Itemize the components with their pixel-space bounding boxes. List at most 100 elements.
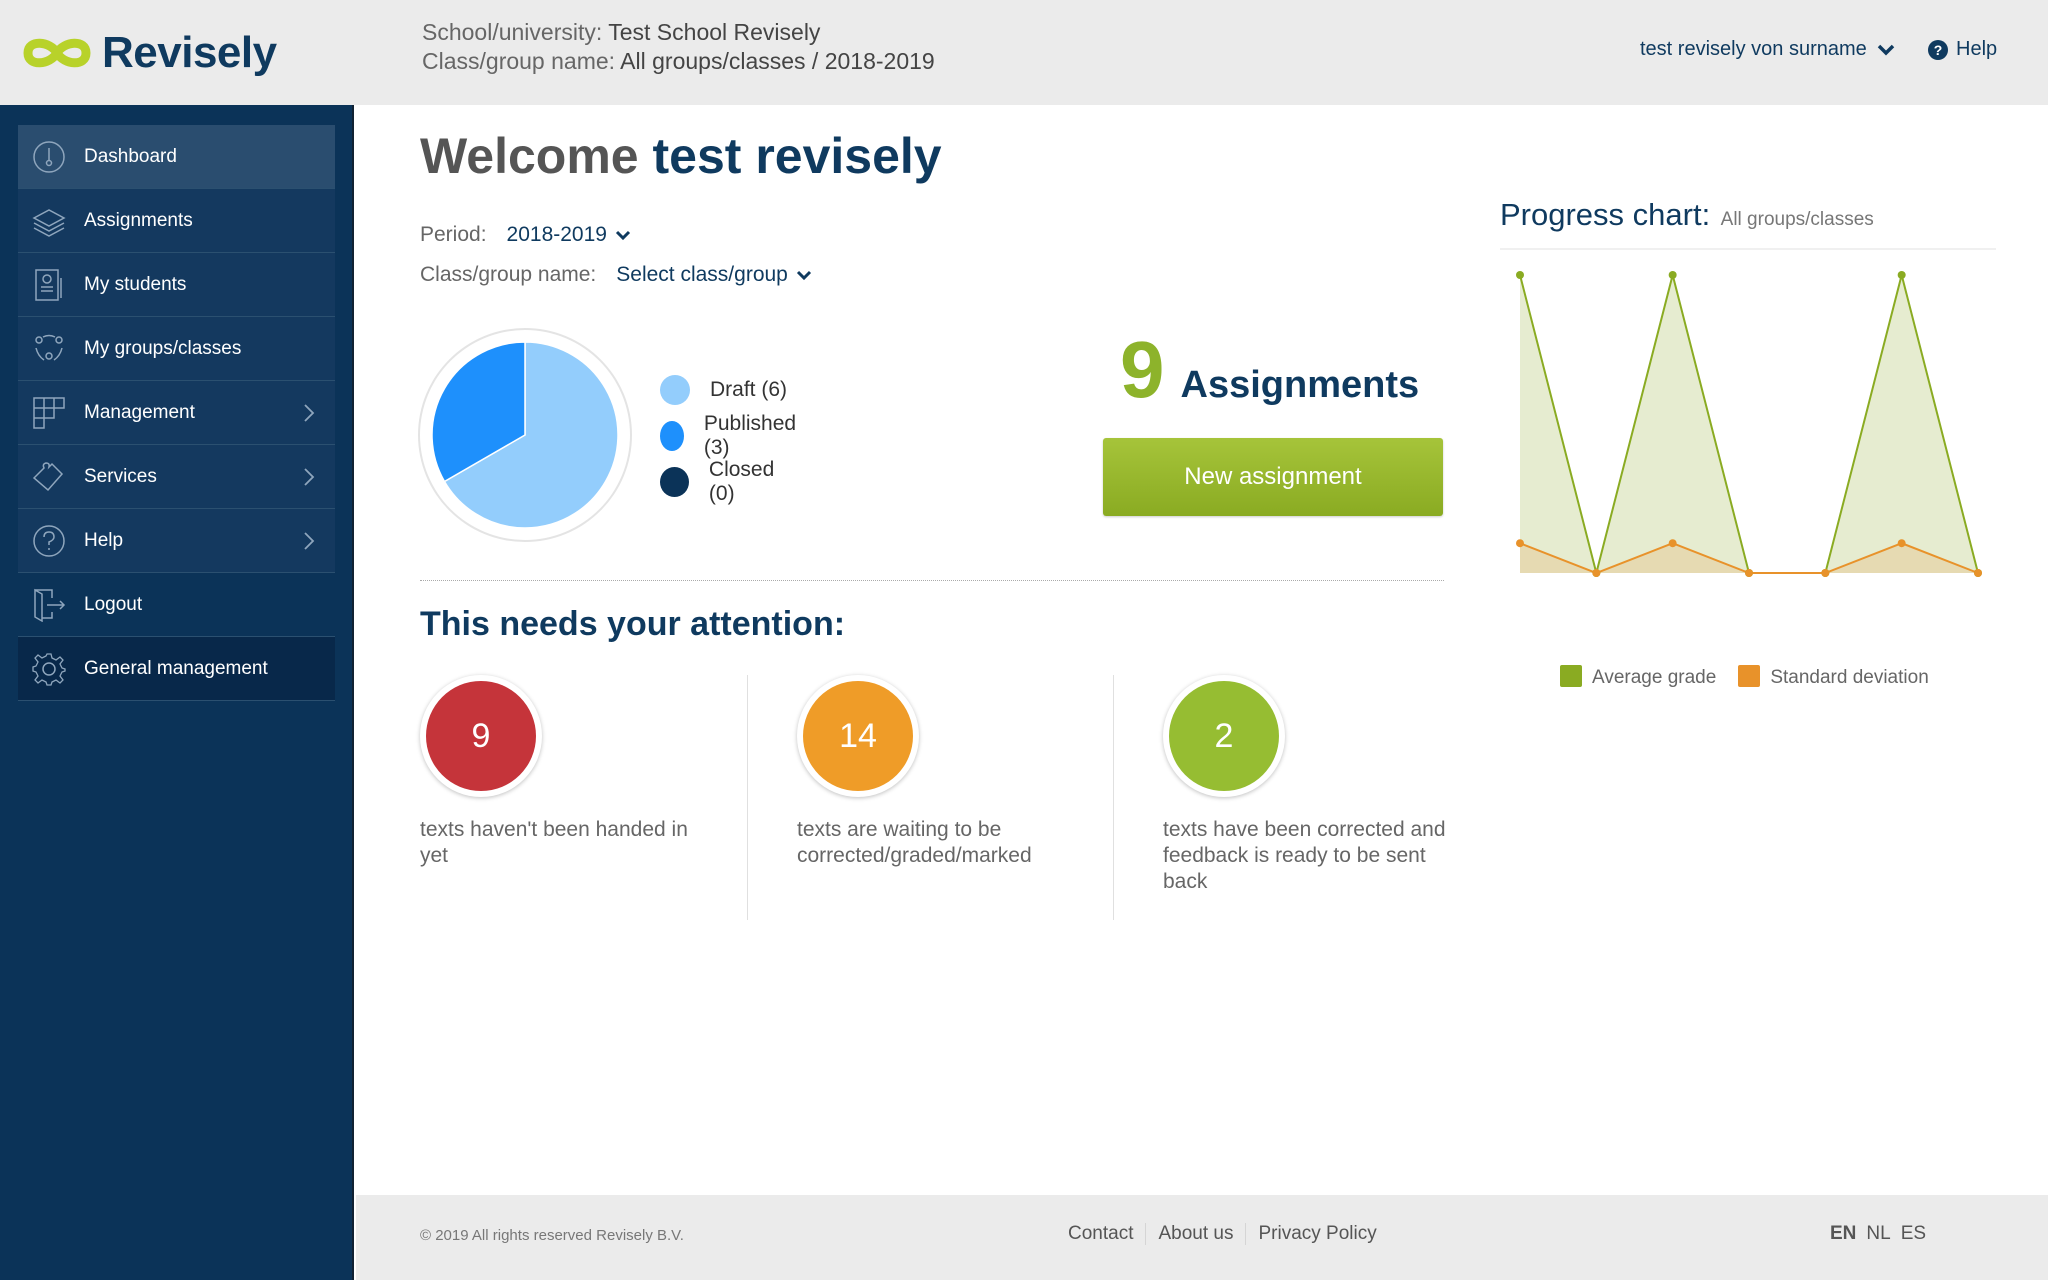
attention-text: texts haven't been handed in yet: [420, 818, 688, 867]
class-select-value: Select class/group: [616, 263, 788, 286]
sidebar-item-management[interactable]: Management: [18, 381, 335, 445]
help-link[interactable]: ? Help: [1928, 38, 1997, 61]
legend-item-published: Published (3): [660, 412, 802, 459]
brand-name: Revisely: [102, 28, 277, 77]
point-standard-deviation: [1974, 569, 1982, 577]
period-value: 2018-2019: [506, 223, 607, 246]
group-icon: [30, 330, 68, 368]
gear-icon: [30, 650, 68, 688]
grid-icon: [30, 394, 68, 432]
attention-badge: 14: [797, 675, 919, 797]
legend-item-average-grade: Average grade: [1560, 665, 1716, 689]
sidebar-item-my-students[interactable]: My students: [18, 253, 335, 317]
footer: © 2019 All rights reserved Revisely B.V.…: [356, 1195, 2048, 1280]
progress-title: Progress chart:: [1500, 197, 1711, 232]
chevron-down-icon: [1877, 44, 1895, 55]
class-select[interactable]: Select class/group: [616, 263, 812, 287]
sidebar-item-my-groups[interactable]: My groups/classes: [18, 317, 335, 381]
brand-logo[interactable]: Revisely: [20, 28, 277, 78]
sidebar-item-label: Help: [84, 529, 124, 551]
user-menu[interactable]: test revisely von surname: [1640, 38, 1895, 61]
sidebar-item-label: Dashboard: [84, 145, 177, 167]
top-header: Revisely School/university: Test School …: [0, 0, 2048, 105]
chevron-down-icon: [615, 230, 631, 240]
point-standard-deviation: [1745, 569, 1753, 577]
attention-item-waiting-correction[interactable]: 14 texts are waiting to be corrected/gra…: [797, 675, 1097, 869]
period-label: Period:: [420, 223, 487, 246]
legend-swatch-average-grade: [1560, 665, 1582, 687]
language-es[interactable]: ES: [1901, 1223, 1926, 1245]
sidebar-item-services[interactable]: Services: [18, 445, 335, 509]
legend-label: Standard deviation: [1770, 667, 1929, 688]
point-standard-deviation: [1592, 569, 1601, 577]
point-average-grade: [1516, 271, 1524, 279]
area-average-grade: [1520, 275, 1978, 573]
sidebar-item-label: Management: [84, 401, 195, 423]
language-nl[interactable]: NL: [1866, 1223, 1890, 1245]
school-label: School/university:: [422, 19, 603, 45]
sidebar-item-label: Services: [84, 465, 157, 487]
legend-label: Closed (0): [708, 458, 775, 505]
welcome-name: test revisely: [652, 128, 942, 184]
language-en[interactable]: EN: [1830, 1223, 1856, 1245]
sidebar-item-dashboard[interactable]: Dashboard: [18, 125, 335, 189]
sidebar-item-logout[interactable]: Logout: [18, 573, 335, 637]
logout-door-icon: [30, 586, 68, 624]
welcome-prefix: Welcome: [420, 128, 639, 184]
legend-label: Average grade: [1592, 667, 1717, 688]
chevron-right-icon: [304, 468, 315, 486]
sidebar-item-label: Assignments: [84, 209, 193, 231]
progress-subtitle: All groups/classes: [1720, 209, 1874, 230]
attention-text: texts are waiting to be corrected/graded…: [797, 818, 1032, 867]
question-icon: [30, 522, 68, 560]
sidebar-item-label: Logout: [84, 593, 143, 615]
sidebar-item-assignments[interactable]: Assignments: [18, 189, 335, 253]
point-average-grade: [1668, 271, 1677, 279]
attention-badge: 9: [420, 675, 542, 797]
progress-chart-title: Progress chart: All groups/classes: [1500, 197, 1874, 233]
help-circle-icon: ?: [1928, 39, 1948, 60]
class-label: Class/group name:: [422, 48, 616, 74]
footer-link-about-us[interactable]: About us: [1145, 1223, 1245, 1245]
school-value: Test School Revisely: [608, 19, 821, 45]
legend-label: Published (3): [703, 412, 797, 459]
language-switcher: EN NL ES: [1830, 1223, 1926, 1245]
class-value: All groups/classes / 2018-2019: [620, 48, 935, 74]
pie-svg: [431, 341, 619, 529]
point-standard-deviation: [1821, 569, 1830, 577]
sidebar-item-label: My groups/classes: [84, 337, 242, 359]
attention-item-feedback-ready[interactable]: 2 texts have been corrected and feedback…: [1163, 675, 1463, 895]
sidebar: Dashboard Assignments My students My gro…: [0, 105, 354, 1280]
point-standard-deviation: [1516, 539, 1524, 548]
progress-legend: Average grade Standard deviation: [1560, 665, 1929, 689]
attention-count: 2: [1169, 681, 1279, 791]
status-legend: Draft (6) Published (3) Closed (0): [660, 367, 802, 505]
legend-dot-published: [660, 421, 684, 451]
user-name: test revisely von surname: [1640, 38, 1867, 60]
new-assignment-button[interactable]: New assignment: [1103, 438, 1443, 516]
attention-text: texts have been corrected and feedback i…: [1163, 818, 1446, 893]
period-filter: Period: 2018-2019: [420, 223, 631, 247]
copyright: © 2019 All rights reserved Revisely B.V.: [420, 1227, 684, 1244]
legend-item-draft: Draft (6): [660, 367, 802, 413]
period-select[interactable]: 2018-2019: [507, 223, 631, 247]
help-label: Help: [1956, 38, 1998, 60]
assignment-count-number: 9: [1120, 325, 1165, 414]
legend-item-closed: Closed (0): [660, 458, 802, 505]
legend-dot-draft: [660, 375, 690, 405]
legend-dot-closed: [660, 467, 689, 497]
footer-link-contact[interactable]: Contact: [1068, 1223, 1145, 1245]
school-info: School/university: Test School Revisely …: [422, 18, 935, 76]
column-separator: [1113, 675, 1114, 920]
footer-link-privacy-policy[interactable]: Privacy Policy: [1245, 1223, 1388, 1245]
progress-chart: [1516, 271, 1982, 577]
assignment-count-label: Assignments: [1180, 364, 1420, 406]
attention-item-not-handed-in[interactable]: 9 texts haven't been handed in yet: [420, 675, 720, 869]
puzzle-icon: [30, 458, 68, 496]
sidebar-item-help[interactable]: Help: [18, 509, 335, 573]
dashboard-gauge-icon: [30, 138, 68, 176]
sidebar-item-general-management[interactable]: General management: [18, 637, 335, 701]
sidebar-item-label: My students: [84, 273, 187, 295]
point-average-grade: [1897, 271, 1906, 279]
assignment-count: 9 Assignments: [1120, 330, 1419, 410]
